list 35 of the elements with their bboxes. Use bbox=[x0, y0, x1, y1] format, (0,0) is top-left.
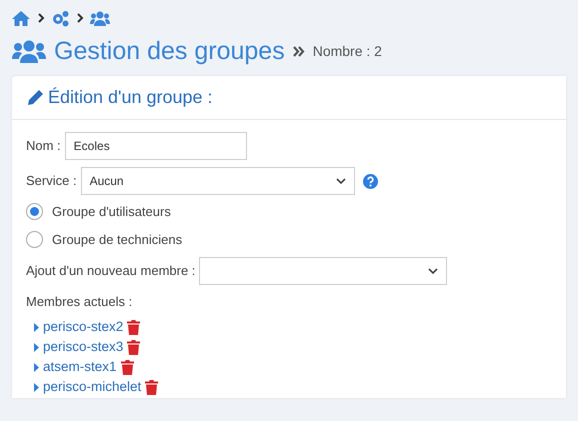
add-member-label: Ajout d'un nouveau membre : bbox=[26, 262, 196, 280]
radio-label: Groupe de techniciens bbox=[52, 230, 182, 249]
double-chevron-icon bbox=[292, 46, 305, 56]
caret-icon bbox=[34, 363, 39, 372]
caret-icon bbox=[34, 323, 39, 332]
chevron-down-icon bbox=[336, 178, 346, 184]
name-label: Nom : bbox=[26, 137, 61, 156]
radio-button[interactable] bbox=[26, 203, 43, 220]
service-select[interactable]: Aucun bbox=[80, 167, 355, 195]
home-icon[interactable] bbox=[12, 10, 32, 26]
help-icon[interactable] bbox=[362, 174, 378, 188]
chevron-icon bbox=[38, 13, 45, 23]
name-input[interactable]: Ecoles bbox=[64, 132, 247, 160]
radio-label: Groupe d'utilisateurs bbox=[52, 203, 171, 221]
users-icon[interactable] bbox=[90, 10, 110, 26]
service-label: Service : bbox=[26, 172, 77, 190]
members-label: Membres actuels : bbox=[26, 293, 134, 311]
member-link[interactable]: perisco-stex3 bbox=[43, 337, 124, 358]
trash-icon[interactable] bbox=[120, 360, 134, 375]
pencil-icon bbox=[26, 88, 44, 106]
radio-button[interactable] bbox=[26, 230, 43, 248]
trash-icon[interactable] bbox=[127, 340, 140, 355]
member-link[interactable]: atsem-stex1 bbox=[43, 357, 117, 378]
chevron-icon bbox=[77, 13, 84, 23]
caret-icon bbox=[34, 343, 39, 352]
trash-icon[interactable] bbox=[127, 320, 140, 335]
group-count: Nombre : 2 bbox=[312, 42, 382, 60]
chevron-down-icon bbox=[428, 268, 438, 274]
caret-icon bbox=[34, 383, 39, 392]
users-icon bbox=[12, 39, 46, 63]
page-title: Gestion des groupes bbox=[54, 36, 285, 66]
trash-icon[interactable] bbox=[145, 380, 158, 395]
member-link[interactable]: perisco-michelet bbox=[43, 377, 142, 398]
card-title: Édition d'un groupe : bbox=[48, 86, 213, 109]
member-link[interactable]: perisco-stex2 bbox=[43, 317, 124, 338]
